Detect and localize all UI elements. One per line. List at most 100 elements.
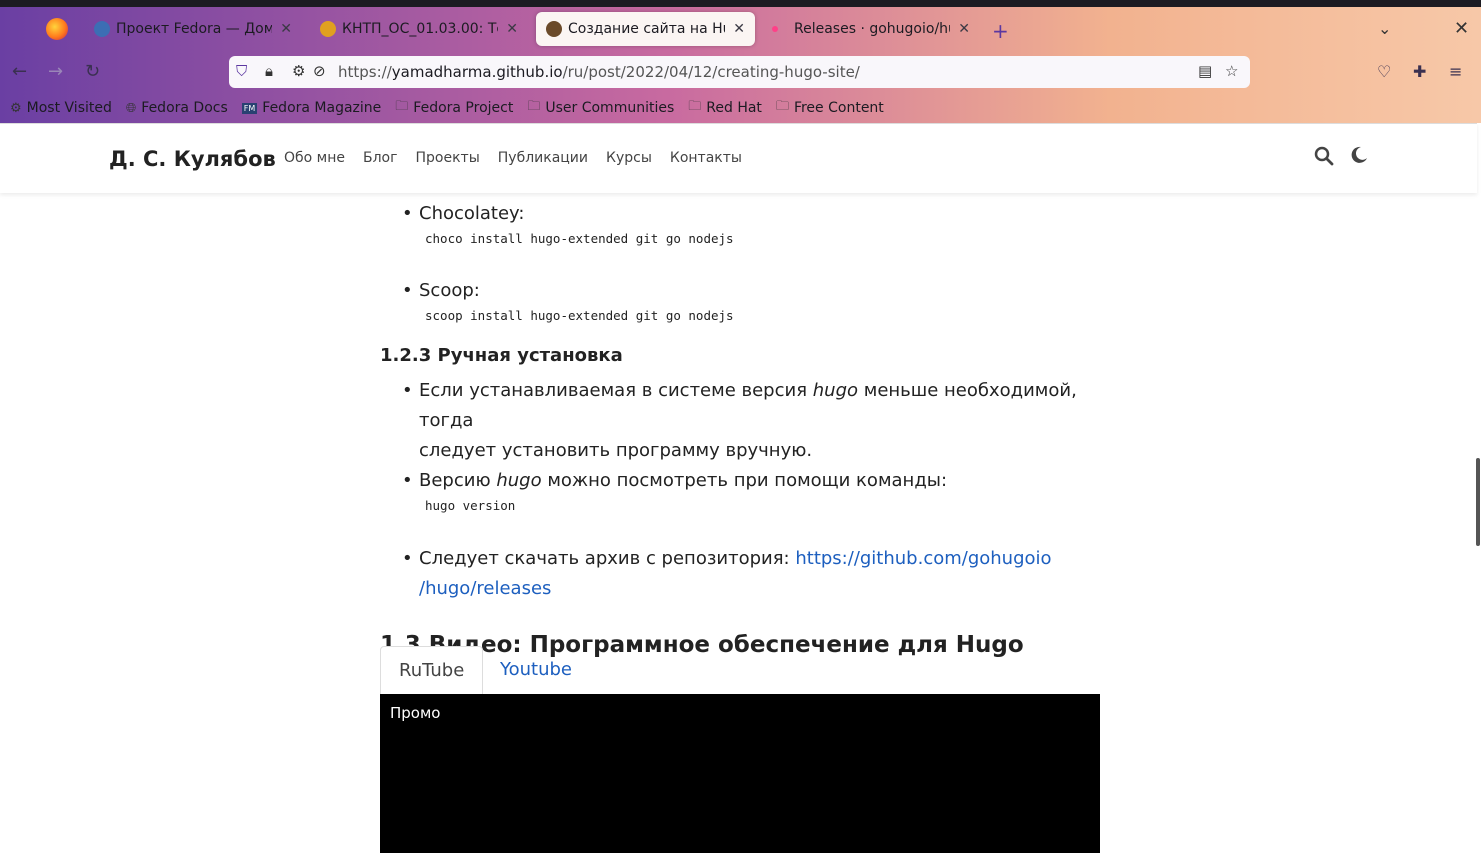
hamburger-menu-icon[interactable]: ≡ [1449, 62, 1462, 81]
tab-kntp[interactable]: КНТП_ОС_01.03.00: Тех ✕ [310, 12, 528, 46]
close-icon[interactable]: ✕ [280, 21, 292, 37]
code-block: hugo version [425, 498, 516, 513]
window-top-edge [0, 0, 1481, 7]
graduation-cap-icon [320, 21, 336, 37]
repo-link[interactable]: https://github.com/gohugoio [795, 548, 1051, 569]
search-icon[interactable] [1314, 146, 1334, 171]
url-path: /ru/post/2022/04/12/creating-hugo-site/ [562, 63, 860, 81]
extensions-icon[interactable]: ✚ [1413, 62, 1426, 81]
item-text: можно посмотреть при помощи команды: [541, 470, 948, 491]
nav-courses[interactable]: Курсы [606, 150, 652, 166]
tab-title: Создание сайта на Hugo [568, 21, 725, 37]
bookmark-fedora-docs[interactable]: 🌐︎ Fedora Docs [126, 100, 228, 116]
bookmark-label: Free Content [793, 100, 884, 116]
loading-dot-icon [772, 26, 778, 32]
bookmark-label: User Communities [545, 100, 675, 116]
video-tabs: RuTube Youtube [380, 646, 1100, 694]
item-text: Если устанавливаемая в системе версия [419, 380, 813, 401]
globe-icon: 🌐︎ [125, 100, 137, 116]
moon-icon[interactable] [1350, 146, 1368, 169]
item-text: Следует скачать архив с репозитория: [419, 548, 796, 569]
tab-strip: Проект Fedora — Домаш ✕ КНТП_ОС_01.03.00… [0, 7, 1481, 51]
bookmark-red-hat[interactable]: 🗀 Red Hat [688, 97, 762, 119]
bookmark-label: Fedora Docs [141, 100, 228, 116]
list-item: Scoop: [380, 276, 1100, 306]
list-item: Chocolatey: [380, 199, 1100, 229]
list-item: Следует скачать архив с репозитория: htt… [380, 544, 1100, 604]
forward-arrow-icon[interactable]: → [48, 61, 63, 82]
reload-icon[interactable]: ↻ [85, 61, 100, 82]
close-icon[interactable]: ✕ [958, 21, 970, 37]
item-text: Chocolatey: [419, 203, 525, 224]
firefox-icon[interactable] [46, 18, 68, 40]
tracking-shield-icon[interactable]: ⛉ [236, 62, 247, 80]
bookmark-label: Fedora Project [413, 100, 514, 116]
article-content: Chocolatey: choco install hugo-extended … [380, 193, 1100, 660]
back-arrow-icon[interactable]: ← [12, 61, 27, 82]
bookmark-label: Fedora Magazine [262, 100, 382, 116]
gear-icon: ⚙ [10, 100, 22, 116]
list-item: Версию hugo можно посмотреть при помощи … [380, 466, 1100, 496]
emphasis-text: hugo [812, 380, 859, 401]
section-heading: 1.2.3 Ручная установка [380, 345, 623, 366]
fedora-favicon-icon [94, 21, 110, 37]
bookmark-most-visited[interactable]: ⚙ Most Visited [10, 100, 112, 116]
tab-hugo-site[interactable]: Создание сайта на Hugo ✕ [536, 12, 755, 46]
permissions-icon[interactable]: ⚙ [292, 62, 305, 80]
bookmark-label: Red Hat [706, 100, 762, 116]
url-host: yamadharma.github.io [391, 63, 563, 81]
site-brand[interactable]: Д. С. Кулябов [109, 147, 276, 171]
nav-projects[interactable]: Проекты [415, 150, 479, 166]
bookmark-fedora-magazine[interactable]: FM Fedora Magazine [241, 100, 382, 116]
reader-view-icon[interactable]: ▤ [1198, 62, 1212, 80]
url-scheme: https:// [338, 63, 392, 81]
item-text: Scoop: [419, 280, 480, 301]
close-icon[interactable]: ✕ [733, 21, 745, 37]
site-nav: Обо мне Блог Проекты Публикации Курсы Ко… [284, 150, 760, 166]
bookmark-label: Most Visited [26, 100, 112, 116]
list-all-tabs-chevron-icon[interactable]: ⌄ [1378, 19, 1391, 38]
bookmark-fedora-project[interactable]: 🗀 Fedora Project [395, 97, 513, 119]
item-text: следует установить программу вручную. [419, 440, 813, 461]
bookmark-free-content[interactable]: 🗀 Free Content [776, 97, 884, 119]
video-title: Промо [390, 704, 441, 722]
folder-icon: 🗀 [395, 99, 409, 114]
tab-title: Releases · gohugoio/hugo [794, 21, 950, 37]
tab-hugo-releases[interactable]: Releases · gohugoio/hugo ✕ [762, 12, 980, 46]
video-player[interactable]: Промо [380, 694, 1100, 853]
bookmark-user-communities[interactable]: 🗀 User Communities [527, 97, 674, 119]
nav-about[interactable]: Обо мне [284, 150, 345, 166]
pocket-icon[interactable]: ♡ [1377, 62, 1391, 81]
code-block: scoop install hugo-extended git go nodej… [425, 308, 734, 323]
folder-icon: 🗀 [688, 99, 702, 114]
item-text: Версию [419, 470, 497, 491]
window-close-icon[interactable]: ✕ [1454, 18, 1469, 39]
tab-rutube[interactable]: RuTube [380, 646, 484, 694]
emphasis-text: hugo [496, 470, 542, 491]
repo-link-continued[interactable]: /hugo/releases [419, 578, 551, 599]
bookmarks-toolbar: ⚙ Most Visited 🌐︎ Fedora Docs FM Fedora … [0, 94, 1481, 122]
fm-icon: FM [241, 102, 258, 114]
camera-blocked-icon[interactable]: ⊘ [313, 62, 326, 80]
lock-icon[interactable]: 🔒︎ [265, 62, 273, 80]
tab-youtube[interactable]: Youtube [482, 646, 590, 694]
url-text[interactable]: https://yamadharma.github.io/ru/post/202… [338, 63, 860, 81]
new-tab-plus-icon[interactable]: + [992, 19, 1009, 43]
nav-publications[interactable]: Публикации [498, 150, 588, 166]
code-block: choco install hugo-extended git go nodej… [425, 231, 734, 246]
tab-title: КНТП_ОС_01.03.00: Тех [342, 21, 499, 37]
tab-title: Проект Fedora — Домаш [116, 21, 273, 37]
site-avatar-icon [546, 21, 562, 37]
close-icon[interactable]: ✕ [506, 21, 518, 37]
web-page: Д. С. Кулябов Обо мне Блог Проекты Публи… [0, 123, 1481, 853]
folder-icon: 🗀 [527, 99, 541, 114]
bookmark-star-icon[interactable]: ☆ [1225, 62, 1238, 80]
browser-chrome: Проект Fedora — Домаш ✕ КНТП_ОС_01.03.00… [0, 0, 1481, 123]
url-bar[interactable]: ⛉ 🔒︎ ⚙ ⊘ https://yamadharma.github.io/ru… [229, 56, 1250, 88]
scrollbar-thumb[interactable] [1476, 458, 1480, 546]
tab-fedora-project[interactable]: Проект Fedora — Домаш ✕ [84, 12, 302, 46]
folder-icon: 🗀 [775, 99, 789, 114]
nav-contacts[interactable]: Контакты [670, 150, 742, 166]
site-header: Д. С. Кулябов Обо мне Блог Проекты Публи… [0, 123, 1477, 193]
nav-blog[interactable]: Блог [363, 150, 397, 166]
